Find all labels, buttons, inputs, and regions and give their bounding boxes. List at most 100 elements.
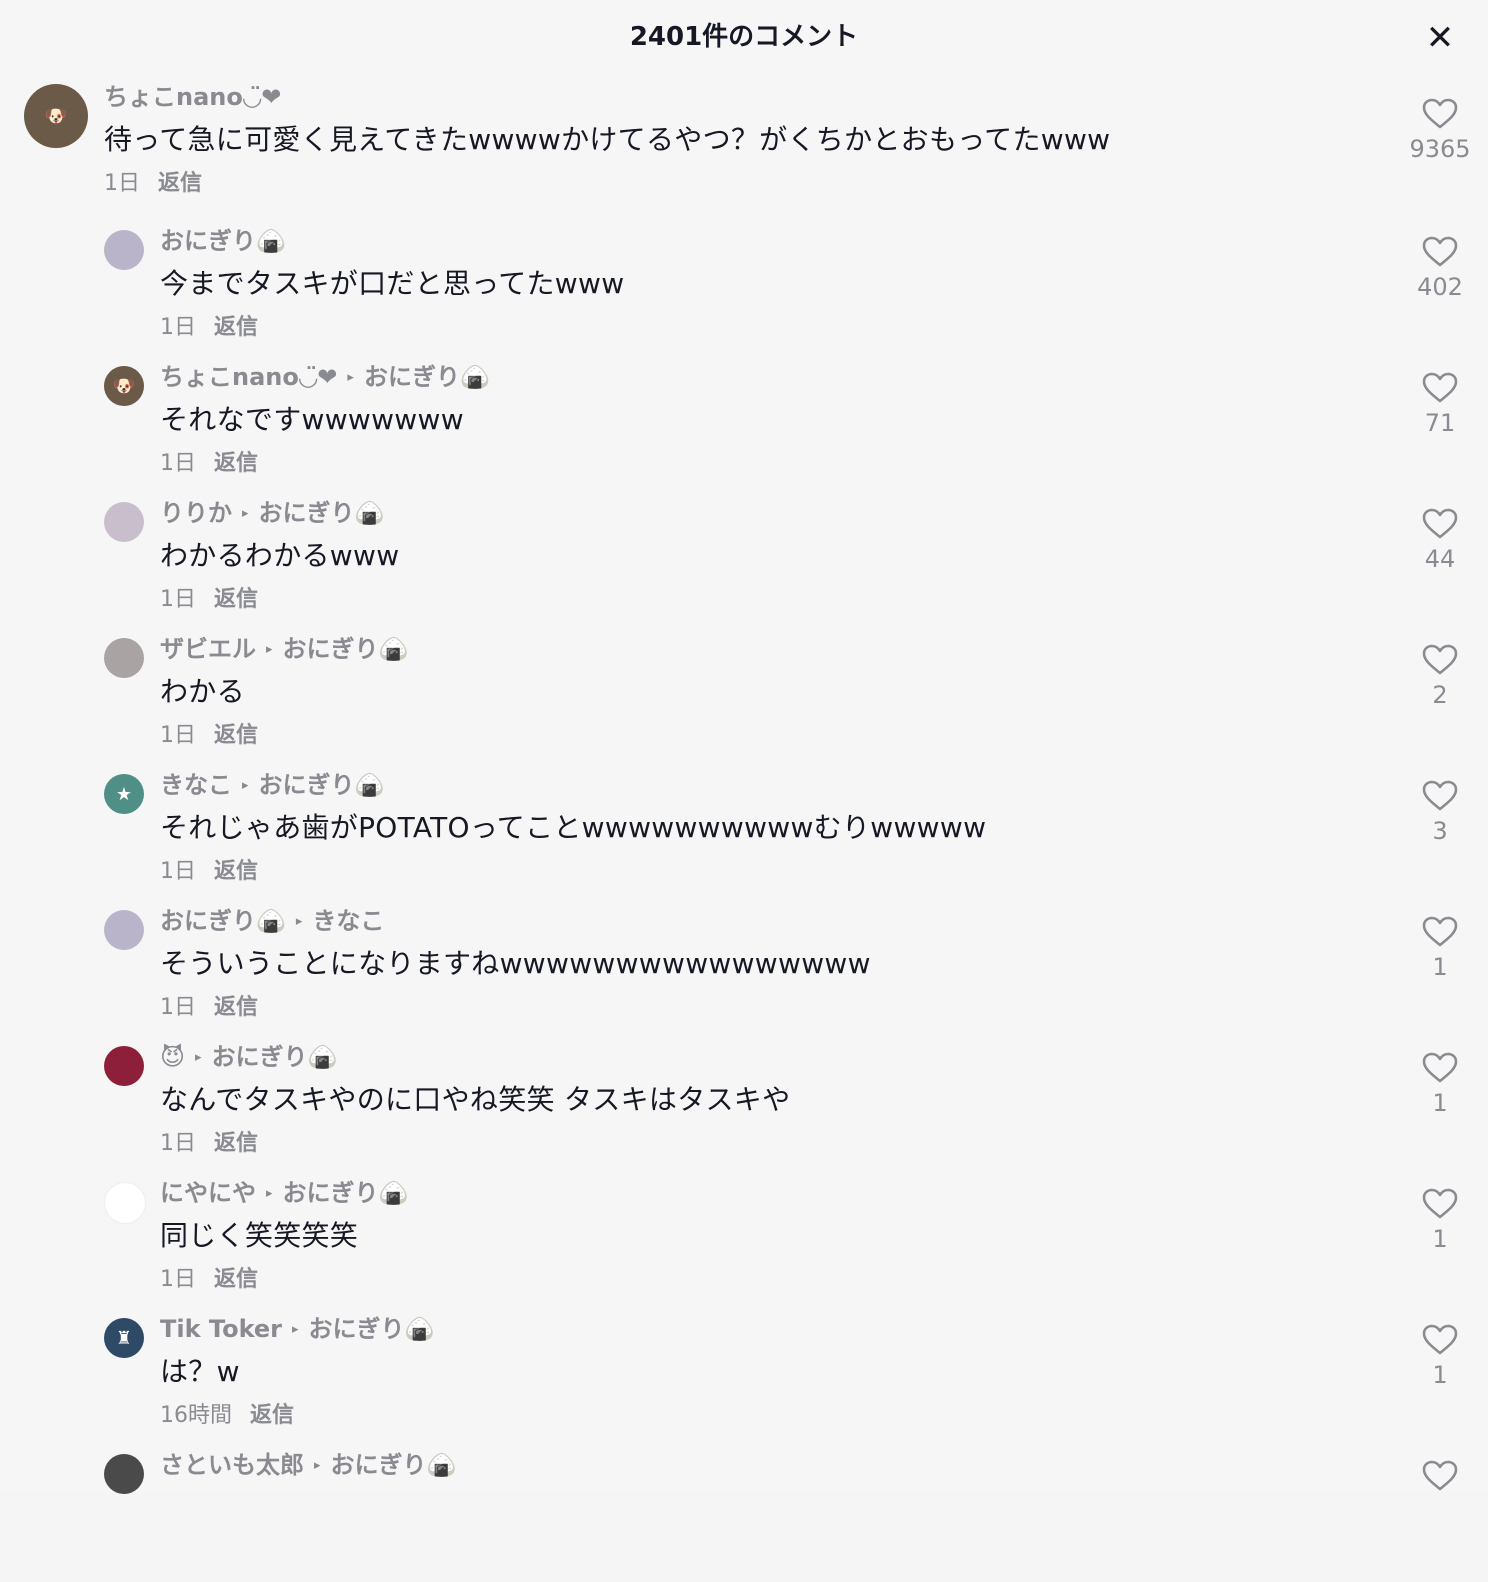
comment-timestamp: 1日	[160, 995, 196, 1020]
comment-meta: 1日 返信	[160, 586, 258, 614]
avatar-glyph: ★	[115, 783, 133, 805]
comment-meta: 1日 返信	[160, 450, 258, 478]
reply-button[interactable]: 返信	[158, 171, 202, 196]
avatar[interactable]: 🐶	[24, 84, 88, 148]
reply-button[interactable]: 返信	[214, 723, 258, 748]
like-button[interactable]: 3	[1400, 780, 1480, 846]
comment-author-line: ザビエル ▸ おにぎり🍙	[160, 634, 408, 665]
like-button[interactable]: 1	[1400, 1052, 1480, 1118]
comment-author[interactable]: Tik Toker	[160, 1315, 282, 1343]
comment-timestamp: 1日	[160, 723, 196, 748]
comment-author[interactable]: にやにや	[160, 1179, 256, 1207]
like-button[interactable]: 9365	[1400, 98, 1480, 164]
avatar[interactable]	[104, 910, 144, 950]
like-count: 402	[1417, 273, 1463, 301]
comment-author[interactable]: おにぎり🍙	[160, 907, 286, 935]
reply-to-author[interactable]: きなこ	[312, 907, 384, 935]
comment-meta: 1日 返信	[104, 170, 202, 198]
comment-item: 🐶 ちょこnano◡̈❤ ▸ おにぎり🍙 それなですwwwwwww 1日 返信 71	[0, 358, 1488, 494]
reply-arrow-icon: ▸	[242, 506, 249, 521]
heart-icon	[1422, 508, 1458, 539]
reply-to-author[interactable]: おにぎり🍙	[283, 1179, 409, 1207]
avatar[interactable]	[104, 1182, 146, 1224]
reply-to-author[interactable]: おにぎり🍙	[364, 363, 490, 391]
reply-to-author[interactable]: おにぎり🍙	[259, 499, 385, 527]
comment-text: 同じく笑笑笑笑	[160, 1219, 359, 1252]
avatar[interactable]	[104, 1454, 144, 1494]
heart-icon	[1422, 1324, 1458, 1355]
reply-to-author[interactable]: おにぎり🍙	[259, 771, 385, 799]
avatar[interactable]: 🐶	[104, 366, 144, 406]
comment-author[interactable]: 😈	[160, 1043, 185, 1071]
avatar[interactable]	[104, 1046, 144, 1086]
comment-author-line: Tik Toker ▸ おにぎり🍙	[160, 1314, 434, 1345]
reply-arrow-icon: ▸	[292, 1322, 299, 1337]
comment-author-line: おにぎり🍙 ▸ きなこ	[160, 906, 384, 937]
like-button[interactable]: 402	[1400, 236, 1480, 302]
comment-timestamp: 16時間	[160, 1403, 232, 1428]
comment-item: さといも太郎 ▸ おにぎり🍙	[0, 1446, 1488, 1582]
comment-text: わかるわかるwww	[160, 539, 400, 572]
like-button[interactable]: 71	[1400, 372, 1480, 438]
comments-count-title: 2401件のコメント	[629, 22, 859, 52]
like-count: 1	[1432, 953, 1448, 981]
comment-author[interactable]: ザビエル	[160, 635, 256, 663]
reply-button[interactable]: 返信	[214, 1267, 258, 1292]
like-button[interactable]: 2	[1400, 644, 1480, 710]
comment-timestamp: 1日	[160, 1267, 196, 1292]
comment-author-line: りりか ▸ おにぎり🍙	[160, 498, 384, 529]
comment-author[interactable]: きなこ	[160, 771, 232, 799]
comment-author[interactable]: おにぎり🍙	[160, 227, 286, 255]
comment-author[interactable]: ちょこnano◡̈❤	[104, 83, 281, 111]
comment-text: そういうことになりますねwwwwwwwwwwwwwwww	[160, 947, 871, 980]
like-button[interactable]: 1	[1400, 1324, 1480, 1390]
comment-meta: 1日 返信	[160, 858, 258, 886]
avatar[interactable]	[104, 230, 144, 270]
comment-meta: 1日 返信	[160, 314, 258, 342]
comment-author[interactable]: りりか	[160, 499, 232, 527]
avatar[interactable]	[104, 502, 144, 542]
like-button[interactable]: 1	[1400, 916, 1480, 982]
avatar[interactable]: ★	[104, 774, 144, 814]
comment-author[interactable]: さといも太郎	[160, 1451, 304, 1479]
comment-text: は？w	[160, 1355, 240, 1388]
heart-icon	[1422, 1188, 1458, 1219]
like-button[interactable]: 1	[1400, 1188, 1480, 1254]
reply-to-author[interactable]: おにぎり🍙	[331, 1451, 457, 1479]
comment-author-line: さといも太郎 ▸ おにぎり🍙	[160, 1450, 456, 1481]
comment-item: にやにや ▸ おにぎり🍙 同じく笑笑笑笑 1日 返信 1	[0, 1174, 1488, 1310]
like-count: 1	[1432, 1225, 1448, 1253]
comments-header: 2401件のコメント ✕	[0, 0, 1488, 76]
heart-icon	[1422, 1052, 1458, 1083]
reply-to-author[interactable]: おにぎり🍙	[212, 1043, 338, 1071]
reply-button[interactable]: 返信	[214, 451, 258, 476]
comment-text: 今までタスキが口だと思ってたwww	[160, 267, 625, 300]
like-count: 1	[1432, 1361, 1448, 1389]
comment-item: ザビエル ▸ おにぎり🍙 わかる 1日 返信 2	[0, 630, 1488, 766]
reply-button[interactable]: 返信	[214, 995, 258, 1020]
avatar[interactable]: ♜	[104, 1318, 144, 1358]
reply-button[interactable]: 返信	[250, 1403, 294, 1428]
comment-author[interactable]: ちょこnano◡̈❤	[160, 363, 337, 391]
comment-timestamp: 1日	[160, 315, 196, 340]
like-button[interactable]: 44	[1400, 508, 1480, 574]
reply-to-author[interactable]: おにぎり🍙	[283, 635, 409, 663]
like-count: 3	[1432, 817, 1448, 845]
avatar[interactable]	[104, 638, 144, 678]
reply-button[interactable]: 返信	[214, 587, 258, 612]
heart-icon	[1422, 372, 1458, 403]
comment-item: 😈 ▸ おにぎり🍙 なんでタスキやのに口やね笑笑 タスキはタスキや 1日 返信 1	[0, 1038, 1488, 1174]
like-button[interactable]	[1400, 1460, 1480, 1496]
comments-sheet: 2401件のコメント ✕ 🐶 ちょこnano◡̈❤ 待って急に可愛く見えてきたwww…	[0, 0, 1488, 1494]
comment-text: なんでタスキやのに口やね笑笑 タスキはタスキや	[160, 1083, 791, 1116]
like-count: 44	[1424, 545, 1456, 573]
close-icon[interactable]: ✕	[1420, 21, 1460, 55]
comment-item: ♜ Tik Toker ▸ おにぎり🍙 は？w 16時間 返信 1	[0, 1310, 1488, 1446]
comment-author-line: ちょこnano◡̈❤	[104, 82, 281, 112]
reply-button[interactable]: 返信	[214, 859, 258, 884]
heart-icon	[1422, 644, 1458, 675]
reply-button[interactable]: 返信	[214, 315, 258, 340]
reply-to-author[interactable]: おにぎり🍙	[309, 1315, 435, 1343]
reply-arrow-icon: ▸	[314, 1458, 321, 1473]
reply-button[interactable]: 返信	[214, 1131, 258, 1156]
